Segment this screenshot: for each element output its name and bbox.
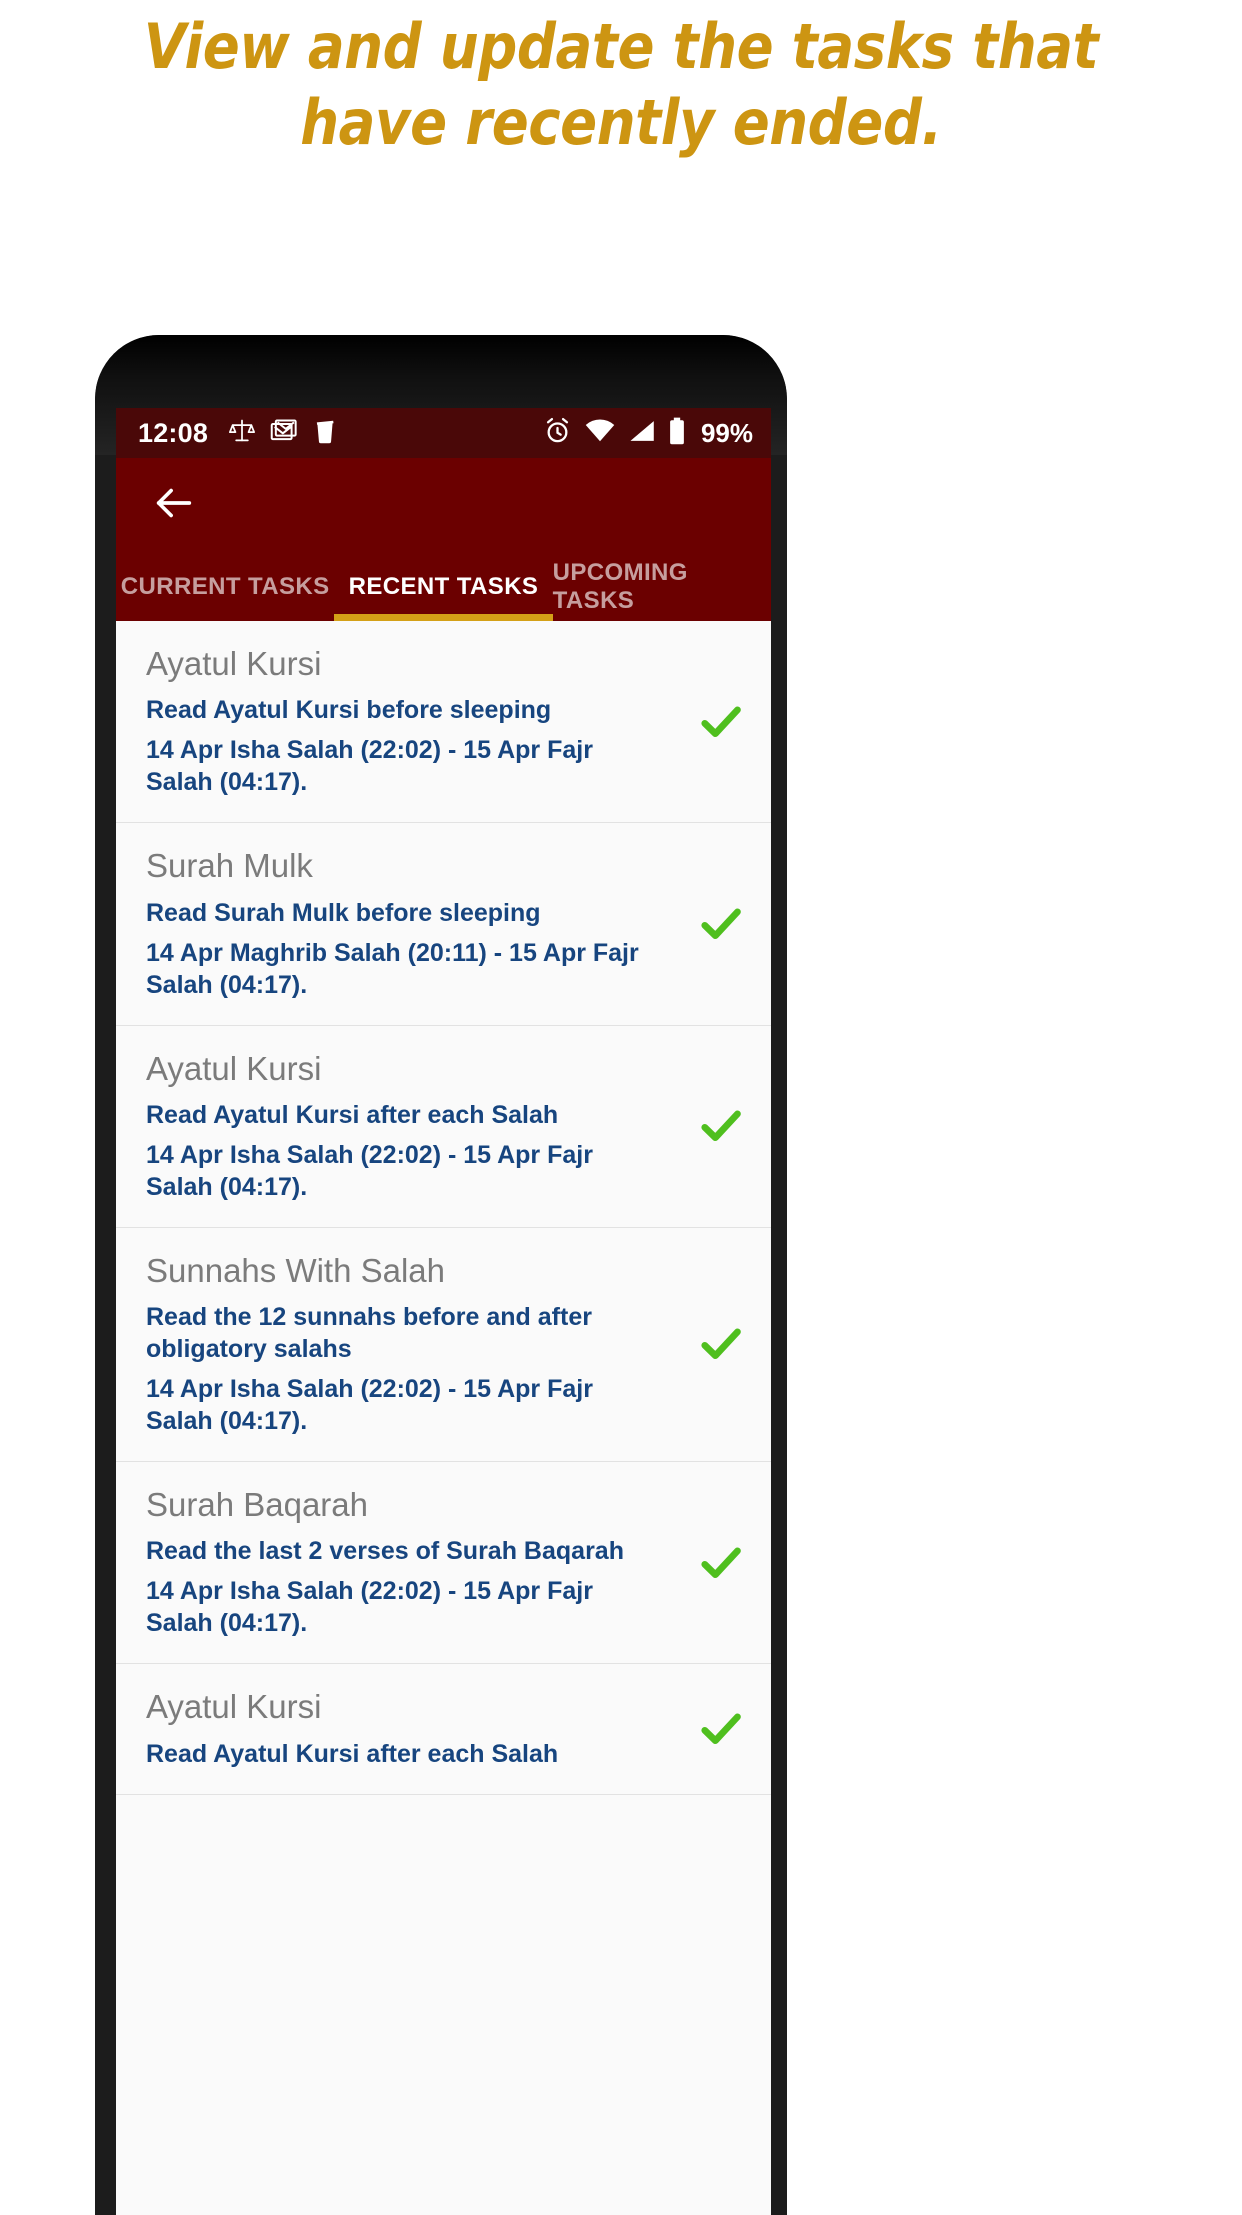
phone-screen: 12:08 99% CURRENT TASKS RECENT TASKS UPC… <box>116 408 771 2215</box>
tab-current-tasks[interactable]: CURRENT TASKS <box>116 553 334 621</box>
task-time-range: 14 Apr Isha Salah (22:02) - 15 Apr Fajr … <box>146 1140 593 1201</box>
task-complete-check-button[interactable] <box>695 1703 747 1755</box>
task-title: Ayatul Kursi <box>146 645 322 682</box>
task-complete-check-button[interactable] <box>695 1100 747 1152</box>
task-description: Read Ayatul Kursi after each Salah <box>146 1739 559 1768</box>
trash-icon <box>312 417 338 450</box>
task-time-range: 14 Apr Isha Salah (22:02) - 15 Apr Fajr … <box>146 1375 593 1435</box>
task-description: Read the 12 sunnahs before and after obl… <box>146 1303 592 1363</box>
task-title: Ayatul Kursi <box>146 1688 322 1726</box>
battery-percent-label: 99% <box>700 417 753 448</box>
gmail-icon <box>270 417 298 450</box>
status-bar-clock: 12:08 <box>138 417 209 448</box>
task-complete-check-button[interactable] <box>695 696 747 748</box>
task-complete-check-button[interactable] <box>695 1537 747 1589</box>
task-description: Read Ayatul Kursi after each Salah <box>146 1100 559 1129</box>
alarm-clock-icon <box>543 416 572 450</box>
status-bar: 12:08 99% <box>116 408 771 458</box>
recent-tasks-list[interactable]: Ayatul Kursi Read Ayatul Kursi before sl… <box>116 621 771 2215</box>
toolbar-back-button[interactable] <box>146 478 202 534</box>
status-bar-system-icons: 99% <box>543 416 753 450</box>
task-list-item[interactable]: Ayatul Kursi Read Ayatul Kursi after eac… <box>116 1025 771 1228</box>
phone-device-frame: 12:08 99% CURRENT TASKS RECENT TASKS UPC… <box>95 335 787 2215</box>
promo-headline: View and update the tasks that have rece… <box>75 6 1168 154</box>
task-complete-check-button[interactable] <box>695 898 747 950</box>
tab-recent-tasks[interactable]: RECENT TASKS <box>334 553 553 621</box>
arrow-left-icon <box>151 480 197 531</box>
cell-signal-icon <box>628 419 655 448</box>
task-description: Read Surah Mulk before sleeping <box>146 898 541 927</box>
task-list-item[interactable]: Surah Mulk Read Surah Mulk before sleepi… <box>116 823 771 1026</box>
app-toolbar <box>116 458 771 553</box>
task-time-range: 14 Apr Isha Salah (22:02) - 15 Apr Fajr … <box>146 736 593 797</box>
battery-icon <box>668 417 686 450</box>
wifi-icon <box>585 419 615 448</box>
tab-upcoming-tasks[interactable]: UPCOMING TASKS <box>553 553 771 621</box>
balance-scale-icon <box>228 417 256 450</box>
promo-headline-line1: View and update the tasks that <box>143 10 1099 83</box>
task-list-item[interactable]: Sunnahs With Salah Read the 12 sunnahs b… <box>116 1227 771 1462</box>
task-description: Read the last 2 verses of Surah Baqarah <box>146 1537 624 1566</box>
task-time-range: 14 Apr Isha Salah (22:02) - 15 Apr Fajr … <box>146 1577 593 1638</box>
promo-headline-line2: have recently ended. <box>300 86 942 159</box>
task-title: Sunnahs With Salah <box>146 1251 446 1289</box>
task-description: Read Ayatul Kursi before sleeping <box>146 696 552 725</box>
status-bar-notification-icons <box>228 417 338 450</box>
task-list-item[interactable]: Surah Baqarah Read the last 2 verses of … <box>116 1462 771 1665</box>
task-list-item[interactable]: Ayatul Kursi Read Ayatul Kursi after eac… <box>116 1664 771 1795</box>
task-complete-check-button[interactable] <box>695 1318 747 1370</box>
task-title: Surah Mulk <box>146 847 313 885</box>
task-time-range: 14 Apr Maghrib Salah (20:11) - 15 Apr Fa… <box>146 938 639 999</box>
task-title: Surah Baqarah <box>146 1486 368 1523</box>
task-title: Ayatul Kursi <box>146 1049 322 1087</box>
task-list-item[interactable]: Ayatul Kursi Read Ayatul Kursi before sl… <box>116 621 771 824</box>
task-tab-bar: CURRENT TASKS RECENT TASKS UPCOMING TASK… <box>116 553 771 621</box>
